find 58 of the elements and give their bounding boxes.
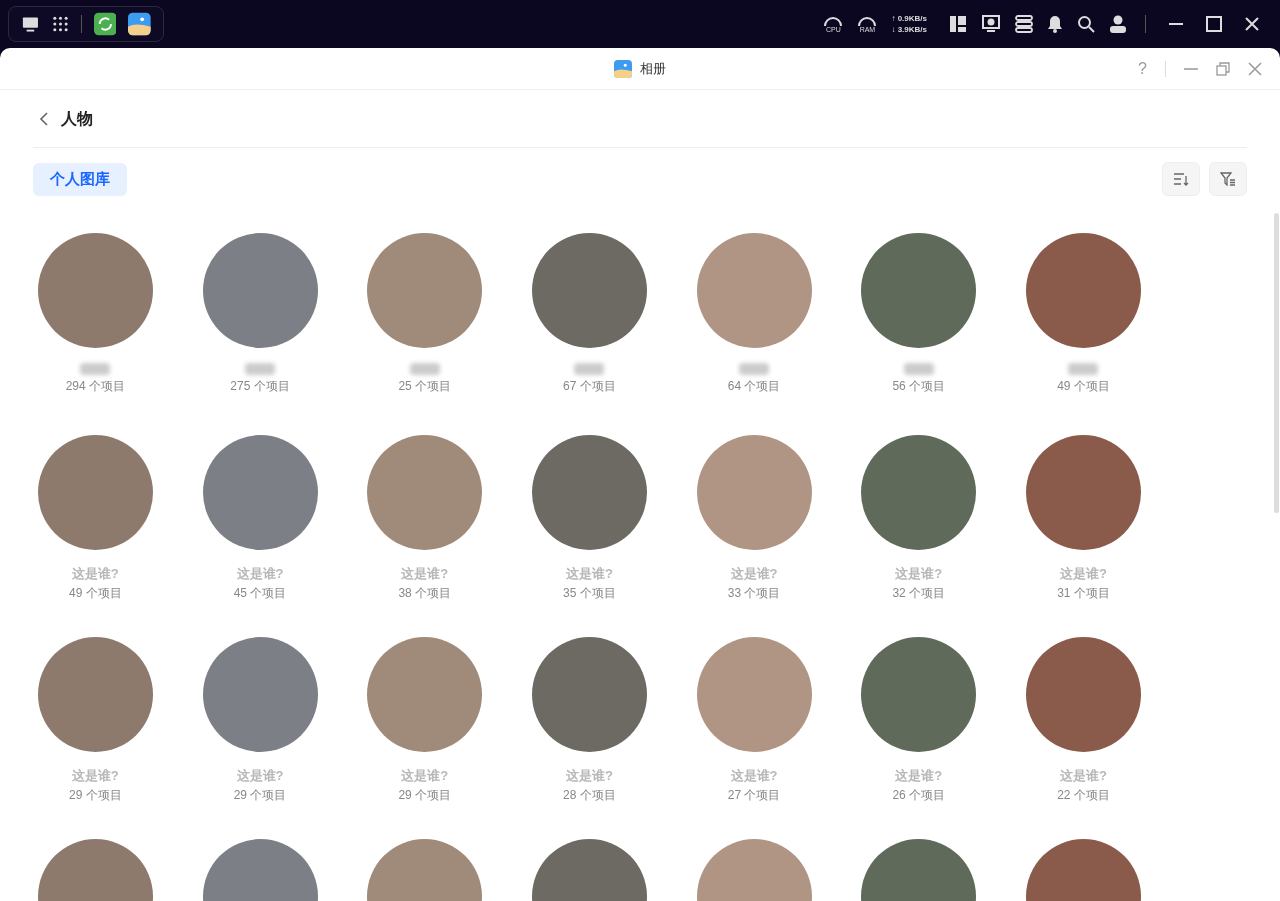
item-count: 28 个项目 <box>563 787 616 803</box>
filter-icon <box>1220 172 1236 186</box>
item-count: 38 个项目 <box>398 585 452 601</box>
item-count: 29 个项目 <box>233 787 287 803</box>
help-button[interactable]: ? <box>1138 56 1147 81</box>
person-name[interactable]: 这是谁? <box>730 768 778 784</box>
filter-button[interactable] <box>1209 162 1247 196</box>
page-title: 人物 <box>61 108 93 129</box>
item-count: 64 个项目 <box>727 378 781 394</box>
search-icon[interactable] <box>1077 15 1095 33</box>
person-name[interactable]: 这是谁? <box>236 566 284 582</box>
maximize-icon[interactable] <box>1206 16 1222 32</box>
person-name[interactable]: 这是谁? <box>1060 768 1107 784</box>
item-count: 25 个项目 <box>398 378 452 394</box>
monitor-globe-icon[interactable] <box>981 14 1001 34</box>
sort-icon <box>1173 172 1189 186</box>
person-name[interactable]: 这是谁? <box>236 768 284 784</box>
person-name[interactable]: 这是谁? <box>895 566 943 582</box>
item-count: 35 个项目 <box>563 585 616 601</box>
item-count: 31 个项目 <box>1057 585 1110 601</box>
item-count: 26 个项目 <box>892 787 946 803</box>
scrollbar[interactable] <box>1274 213 1279 513</box>
download-speed: ↓ 3.9KB/s <box>891 24 927 35</box>
person-name[interactable]: 这是谁? <box>401 566 449 582</box>
item-count: 29 个项目 <box>69 787 122 803</box>
item-count: 29 个项目 <box>398 787 452 803</box>
item-count: 67 个项目 <box>563 378 616 394</box>
item-count: 32 个项目 <box>892 585 946 601</box>
person-name[interactable]: 这是谁? <box>565 566 613 582</box>
item-count: 49 个项目 <box>69 585 122 601</box>
item-count: 27 个项目 <box>727 787 781 803</box>
sort-button[interactable] <box>1162 162 1200 196</box>
person-name[interactable]: 这是谁? <box>565 768 613 784</box>
upload-speed: ↑ 0.9KB/s <box>891 13 927 24</box>
item-count: 275 个项目 <box>230 378 290 394</box>
person-name[interactable]: 这是谁? <box>71 768 119 784</box>
item-count: 294 个项目 <box>65 378 125 394</box>
item-count: 45 个项目 <box>233 585 287 601</box>
notification-bell-icon[interactable] <box>1047 15 1063 33</box>
apps-grid-icon[interactable] <box>51 15 69 33</box>
desktop-icon[interactable] <box>21 15 40 33</box>
user-icon[interactable] <box>1109 15 1127 33</box>
photos-app-icon <box>614 59 632 78</box>
settings-bars-icon[interactable] <box>1015 15 1033 33</box>
item-count: 22 个项目 <box>1057 787 1110 803</box>
person-name[interactable]: 这是谁? <box>730 566 778 582</box>
layout-icon[interactable] <box>949 15 967 33</box>
person-name[interactable]: 这是谁? <box>895 768 943 784</box>
photos-app-icon[interactable] <box>128 12 151 36</box>
person-name[interactable]: 这是谁? <box>1060 566 1107 582</box>
item-count: 49 个项目 <box>1057 378 1110 394</box>
person-name[interactable]: 这是谁? <box>401 768 449 784</box>
library-tab[interactable]: 个人图库 <box>33 162 127 196</box>
sync-app-icon[interactable] <box>93 12 117 36</box>
item-count: 33 个项目 <box>727 585 781 601</box>
window-title: 相册 <box>640 59 666 78</box>
person-name[interactable]: 这是谁? <box>71 566 119 582</box>
item-count: 56 个项目 <box>892 378 946 394</box>
